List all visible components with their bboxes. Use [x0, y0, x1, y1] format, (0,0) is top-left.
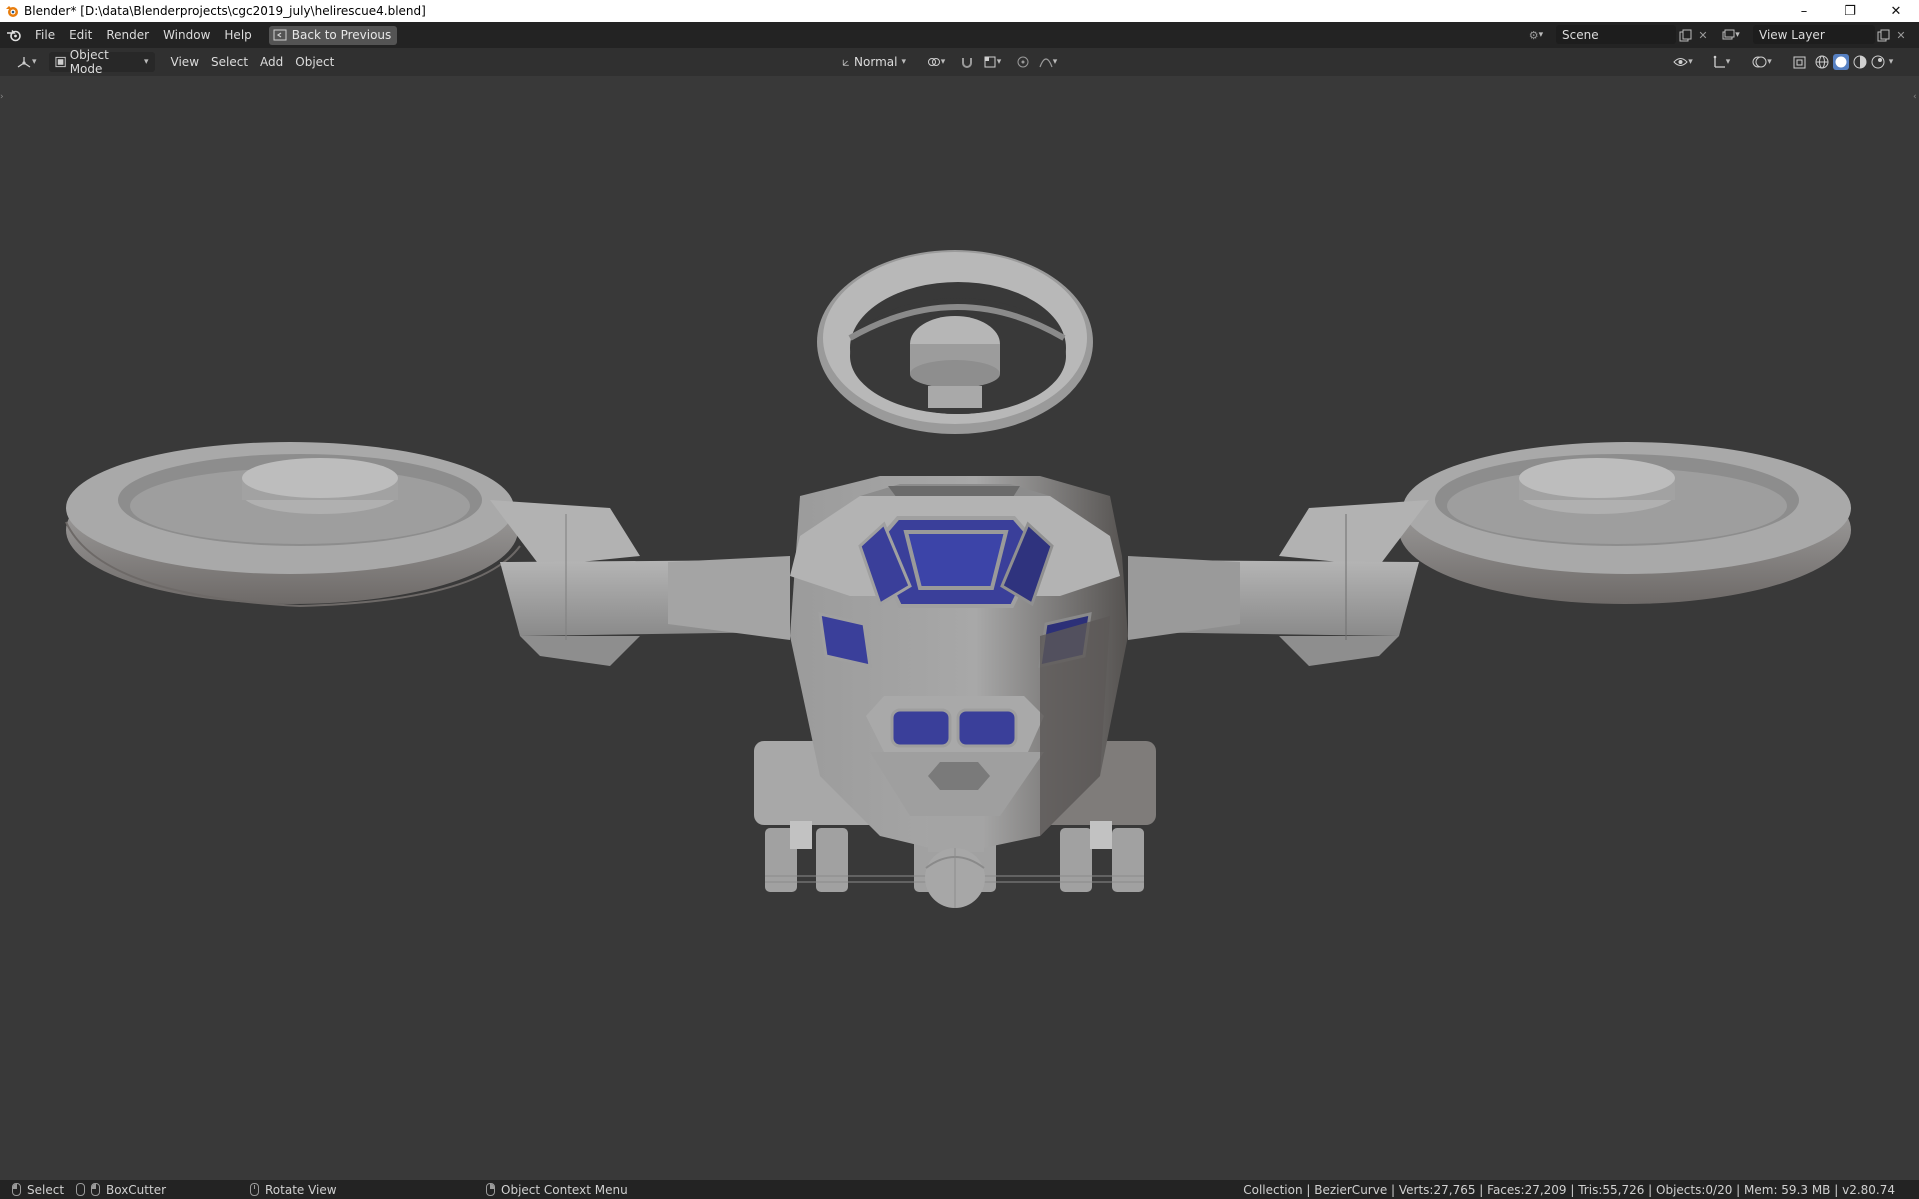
- left-mouse-drag-icon: [91, 1183, 100, 1196]
- overlays-dropdown[interactable]: ▾: [1746, 52, 1778, 72]
- window-title: Blender* [D:\data\Blenderprojects\cgc201…: [24, 4, 426, 18]
- back-to-previous-button[interactable]: Back to Previous: [268, 25, 398, 45]
- menu-help[interactable]: Help: [217, 24, 258, 46]
- view-layer-remove-icon[interactable]: ✕: [1892, 26, 1910, 44]
- rendered-shading-icon[interactable]: [1871, 55, 1885, 69]
- pivot-icon: [927, 58, 940, 66]
- blender-app-icon: [6, 6, 18, 17]
- view-layer-browse-icon[interactable]: ▾: [1722, 26, 1740, 44]
- scene-new-icon[interactable]: [1676, 26, 1694, 44]
- scene-statistics: Collection | BezierCurve | Verts:27,765 …: [1243, 1182, 1895, 1197]
- back-screen-icon: [273, 29, 287, 41]
- gizmo-dropdown[interactable]: ▾: [1706, 52, 1736, 72]
- status-context-menu: Object Context Menu: [486, 1180, 628, 1199]
- helicopter-model: [65, 250, 1851, 908]
- shading-mode-group: ▾: [1814, 52, 1894, 72]
- minimize-button[interactable]: –: [1781, 0, 1827, 22]
- magnet-icon: [962, 58, 972, 68]
- scene-browse-icon[interactable]: ⚙ ▾: [1527, 26, 1545, 44]
- orientation-label: Normal: [854, 55, 898, 69]
- scene-name-field[interactable]: Scene: [1556, 25, 1676, 44]
- close-button[interactable]: ✕: [1873, 0, 1919, 22]
- menu-render[interactable]: Render: [99, 24, 156, 46]
- object-mode-label: Object Mode: [69, 48, 109, 76]
- visibility-dropdown[interactable]: ▾: [1668, 52, 1698, 72]
- editor-type-icon: [17, 57, 31, 68]
- left-mouse-icon: [12, 1183, 21, 1196]
- status-select: Select: [12, 1180, 64, 1199]
- restore-button[interactable]: ❐: [1827, 0, 1873, 22]
- editor-type-button[interactable]: ▾: [10, 52, 43, 72]
- xray-icon: [1793, 56, 1805, 68]
- window-controls: – ❐ ✕: [1781, 0, 1919, 22]
- scene-remove-icon[interactable]: ✕: [1694, 26, 1712, 44]
- window-titlebar: Blender* [D:\data\Blenderprojects\cgc201…: [0, 0, 1919, 22]
- object-mode-dropdown[interactable]: Object Mode ▾: [48, 48, 155, 76]
- middle-mouse-icon: [250, 1183, 259, 1196]
- proportional-falloff-dropdown[interactable]: ▾: [1034, 52, 1062, 72]
- xray-toggle[interactable]: [1790, 52, 1808, 72]
- object-mode-icon: [54, 56, 66, 68]
- material-shading-icon[interactable]: [1853, 55, 1867, 69]
- overlays-icon: [1752, 56, 1767, 68]
- status-boxcutter: BoxCutter: [76, 1180, 166, 1199]
- boxcutter-icon: [76, 1183, 85, 1196]
- header-menu-select[interactable]: Select: [205, 52, 254, 72]
- status-rotate-view: Rotate View: [250, 1180, 337, 1199]
- header-menu-view[interactable]: View: [165, 52, 205, 72]
- falloff-curve-icon: [1039, 58, 1053, 68]
- snap-increment-icon: [984, 56, 996, 68]
- snap-element-dropdown[interactable]: ▾: [978, 52, 1006, 72]
- proportional-edit-icon: [1017, 56, 1029, 68]
- 3d-viewport[interactable]: › ‹: [0, 76, 1919, 1180]
- orientation-icon: [842, 59, 849, 66]
- header-menu-add[interactable]: Add: [254, 52, 289, 72]
- view-layer-field[interactable]: View Layer: [1753, 25, 1875, 44]
- solid-shading-icon[interactable]: [1832, 54, 1849, 70]
- gizmo-icon: [1713, 55, 1725, 68]
- snap-toggle[interactable]: [958, 52, 976, 72]
- eye-icon: [1673, 58, 1688, 66]
- proportional-edit-toggle[interactable]: [1014, 52, 1032, 72]
- back-to-previous-label: Back to Previous: [291, 28, 392, 42]
- menu-file[interactable]: File: [28, 24, 62, 46]
- wireframe-shading-icon[interactable]: [1815, 55, 1829, 69]
- right-mouse-icon: [486, 1183, 495, 1196]
- header-menu-object[interactable]: Object: [289, 52, 340, 72]
- transform-orientation-dropdown[interactable]: Normal ▾: [836, 52, 912, 72]
- pivot-point-dropdown[interactable]: ▾: [922, 52, 950, 72]
- status-bar: Select BoxCutter Rotate View Object Cont…: [0, 1180, 1919, 1199]
- menu-window[interactable]: Window: [156, 24, 217, 46]
- view-layer-new-icon[interactable]: [1874, 26, 1892, 44]
- blender-menu-icon[interactable]: [0, 24, 28, 46]
- menu-edit[interactable]: Edit: [62, 24, 99, 46]
